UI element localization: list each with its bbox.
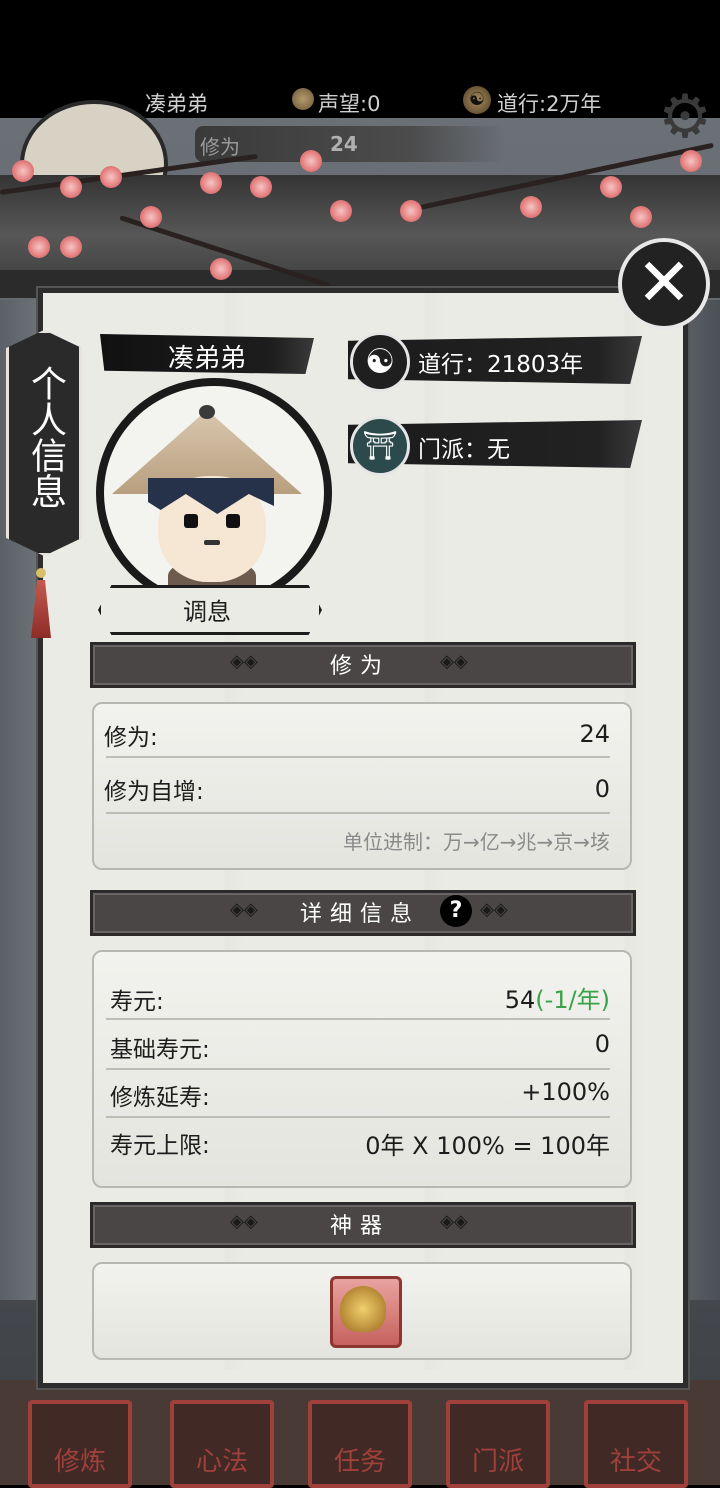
- base-lifespan-label: 基础寿元:: [110, 1037, 210, 1063]
- tassel-knot: [36, 568, 46, 578]
- taiji-icon: ☯: [463, 86, 491, 114]
- cultivation-label: 修为: [200, 135, 240, 159]
- blossom: [28, 236, 50, 258]
- reputation-text: 声望:0: [318, 92, 381, 116]
- hat-knob: [199, 405, 215, 419]
- nav-label: 门派: [471, 1447, 524, 1477]
- lifespan-cap-label: 寿元上限:: [110, 1133, 210, 1159]
- nav-label: 社交: [609, 1447, 662, 1477]
- dao-practice-text: 道行:2万年: [497, 92, 602, 116]
- cultivation-label: 修为:: [104, 725, 158, 751]
- blossom: [140, 206, 162, 228]
- lifespan-value: 54: [504, 986, 536, 1014]
- nav-label: 心法: [195, 1447, 248, 1477]
- blossom: [400, 200, 422, 222]
- player-name: 凑弟弟: [145, 92, 208, 116]
- blossom: [680, 150, 702, 172]
- artifact-icon: [340, 1286, 386, 1332]
- gear-icon[interactable]: ⚙: [652, 84, 718, 150]
- blossom: [200, 172, 222, 194]
- close-button[interactable]: ✕: [618, 238, 710, 330]
- character-name: 凑弟弟: [167, 344, 246, 374]
- eye-left: [184, 514, 198, 528]
- lifespan-cap-value: 0年 X 100% = 100年: [365, 1132, 610, 1160]
- temple-icon: ⛩: [350, 416, 410, 476]
- lifespan-label: 寿元:: [110, 989, 164, 1015]
- blossom: [100, 166, 122, 188]
- adjust-breath-label: 调息: [183, 598, 231, 626]
- help-button[interactable]: ?: [440, 895, 472, 927]
- blossom: [60, 236, 82, 258]
- blossom: [210, 258, 232, 280]
- coin-icon: [292, 88, 314, 110]
- nav-tasks[interactable]: 任务: [308, 1400, 412, 1488]
- unit-system-hint: 单位进制：万→亿→兆→京→垓: [342, 830, 610, 854]
- blossom: [520, 196, 542, 218]
- divider: [106, 1116, 610, 1118]
- blossom: [630, 206, 652, 228]
- blossom: [300, 150, 322, 172]
- nav-label: 任务: [333, 1447, 386, 1477]
- blossom: [60, 176, 82, 198]
- cultivation-value: 24: [330, 132, 358, 156]
- tab-personal-info-label: 个人信息: [25, 365, 66, 509]
- eye-right: [226, 514, 240, 528]
- blossom: [250, 176, 272, 198]
- dao-practice-value: 道行：21803年: [418, 352, 584, 378]
- lifespan-value-group: 54(-1/年): [380, 980, 610, 1015]
- section-title-cultivation: 修为: [329, 654, 390, 679]
- cultivation-value: 24: [579, 720, 610, 748]
- divider: [106, 756, 610, 758]
- nav-social[interactable]: 社交: [584, 1400, 688, 1488]
- lifespan-change: (-1/年): [535, 986, 610, 1014]
- sect-value: 门派：无: [418, 437, 510, 463]
- divider: [106, 1018, 610, 1020]
- nav-sect[interactable]: 门派: [446, 1400, 550, 1488]
- cultivation-growth-label: 修为自增:: [104, 779, 204, 805]
- cultivation-growth-value: 0: [594, 775, 610, 803]
- taiji-icon: ☯: [350, 332, 410, 392]
- divider: [106, 1068, 610, 1070]
- base-lifespan-value: 0: [594, 1030, 610, 1058]
- cultivation-extend-label: 修炼延寿:: [110, 1085, 210, 1111]
- close-icon: ✕: [636, 244, 692, 321]
- blossom: [330, 200, 352, 222]
- nav-mental-method[interactable]: 心法: [170, 1400, 274, 1488]
- cultivation-extend-value: +100%: [521, 1078, 610, 1106]
- divider: [106, 812, 610, 814]
- section-title-artifact: 神器: [329, 1214, 390, 1239]
- nav-cultivate[interactable]: 修炼: [28, 1400, 132, 1488]
- blossom: [12, 160, 34, 182]
- section-title-details: 详细信息: [299, 902, 420, 927]
- nav-label: 修炼: [53, 1447, 106, 1477]
- blossom: [600, 176, 622, 198]
- mouth: [204, 540, 220, 545]
